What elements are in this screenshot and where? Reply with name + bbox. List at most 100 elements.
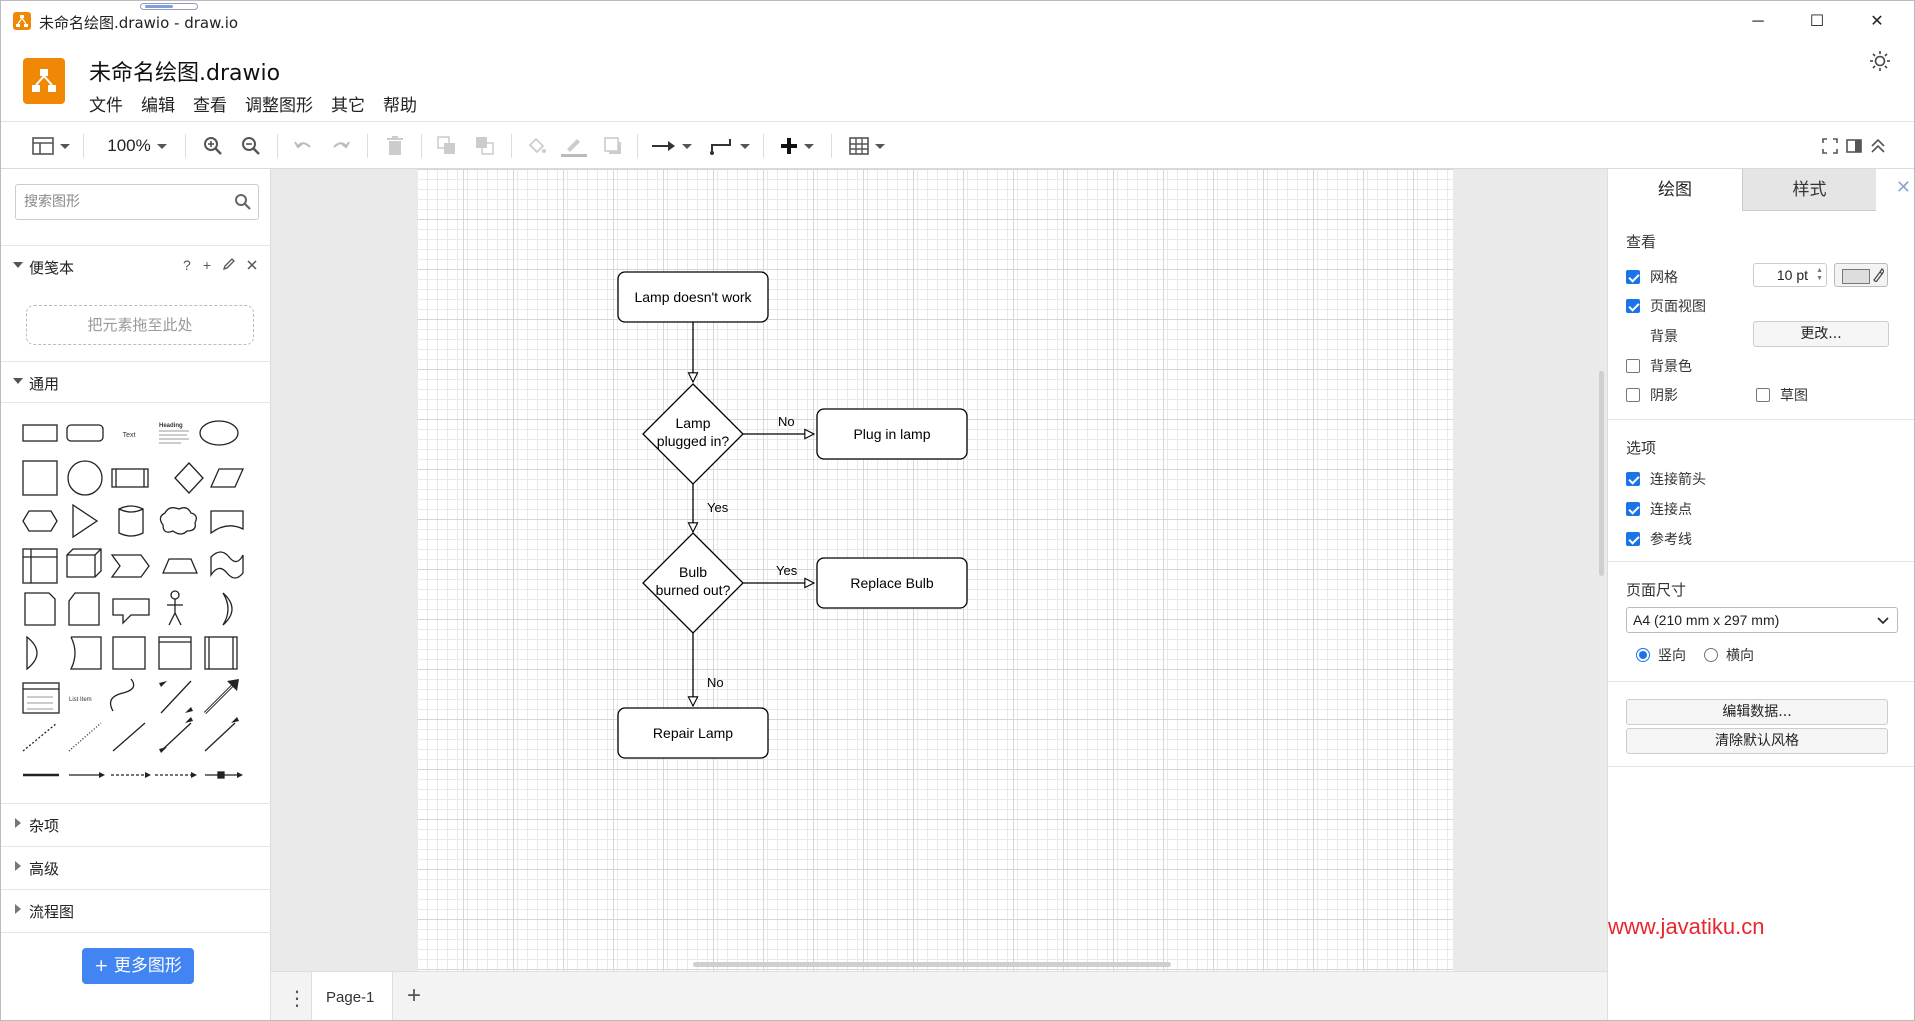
shape-list-item[interactable]: List Item [69,697,92,703]
shape-bidirectional-connector[interactable] [160,722,192,752]
shape-ellipse[interactable] [199,420,239,446]
to-front-button[interactable] [433,132,461,160]
shape-cloud[interactable] [159,507,197,535]
shape-dashed-line[interactable] [22,722,58,752]
to-back-button[interactable] [471,132,499,160]
shape-circle[interactable] [67,460,103,496]
shape-callout[interactable] [112,598,150,625]
vertical-scrollbar[interactable] [1599,371,1604,576]
shape-cube[interactable] [66,548,102,578]
shape-text[interactable]: Text [123,432,136,439]
zoom-out-button[interactable] [237,132,265,160]
close-panel-icon[interactable]: ✕ [1896,177,1911,198]
edit-icon[interactable] [222,257,235,273]
page-tab-1[interactable]: Page-1 ⌃ [311,972,393,1020]
help-icon[interactable]: ? [183,257,191,273]
eyedropper-icon[interactable] [1872,266,1885,285]
shape-cylinder[interactable] [118,505,144,537]
shape-parallelogram[interactable] [209,468,245,488]
change-background-button[interactable]: 更改... [1753,321,1889,347]
waypoints-button[interactable] [707,132,753,160]
fill-color-button[interactable] [523,132,551,160]
bg-color-checkbox[interactable] [1626,359,1640,373]
shadow-button[interactable] [599,132,627,160]
fullscreen-button[interactable] [1819,132,1841,160]
search-icon[interactable] [234,193,252,214]
line-color-button[interactable] [559,132,589,160]
shape-or[interactable] [222,592,233,626]
sketch-checkbox[interactable] [1756,388,1770,402]
menu-extras[interactable]: 其它 [331,91,365,116]
guides-checkbox[interactable] [1626,532,1640,546]
collapse-toolbar-button[interactable] [1867,132,1889,160]
shape-step[interactable] [110,554,150,578]
scratchpad-drop-area[interactable]: 把元素拖至此处 [26,305,254,345]
shape-rectangle[interactable] [22,424,58,442]
section-general[interactable]: 通用 [1,361,271,403]
zoom-select[interactable]: 100% [101,132,173,160]
shape-process[interactable] [111,468,149,488]
section-scratchpad[interactable]: 便笺本 ? + [1,245,271,287]
page-view-checkbox[interactable] [1626,299,1640,313]
horizontal-scrollbar[interactable] [693,962,1171,967]
add-page-button[interactable]: + [407,982,421,1010]
table-button[interactable] [845,132,889,160]
connection-arrows-checkbox[interactable] [1626,472,1640,486]
shape-bidirectional-arrow[interactable] [160,680,192,714]
shape-curve[interactable] [109,678,135,712]
section-flowchart[interactable]: 流程图 [1,889,271,931]
pages-menu-icon[interactable]: ⋮ [287,986,307,1011]
close-window-button[interactable]: ✕ [1854,7,1900,37]
menu-help[interactable]: 帮助 [383,91,417,116]
add-icon[interactable]: + [203,257,211,273]
drawing-page[interactable]: Lamp doesn't work Lamp plugged in? Plug … [417,169,1453,971]
page-size-select[interactable]: A4 (210 mm x 297 mm) [1626,607,1898,633]
shape-delay[interactable] [26,635,38,671]
grid-checkbox[interactable] [1626,270,1640,284]
insert-button[interactable] [775,132,819,160]
clear-default-style-button[interactable]: 清除默认风格 [1626,728,1888,754]
shape-line[interactable] [112,722,146,752]
view-panels-button[interactable] [29,132,73,160]
portrait-radio[interactable] [1636,648,1650,662]
shape-internal-storage[interactable] [22,548,58,584]
zoom-in-button[interactable] [199,132,227,160]
shape-tape[interactable] [210,551,244,579]
maximize-button[interactable]: ☐ [1794,7,1840,37]
grid-color-button[interactable] [1834,263,1888,287]
shape-dotted-line[interactable] [68,722,102,752]
shape-directional-connector[interactable] [204,722,236,752]
shadow-checkbox[interactable] [1626,388,1640,402]
landscape-radio[interactable] [1704,648,1718,662]
menu-arrange[interactable]: 调整图形 [245,91,313,116]
shape-document[interactable] [210,510,244,535]
diagram-canvas[interactable]: Lamp doesn't work Lamp plugged in? Plug … [271,169,1607,971]
more-shapes-button[interactable]: + 更多图形 [82,948,194,984]
tab-diagram[interactable]: 绘图 [1608,169,1742,211]
grid-size-input[interactable]: 10 pt ▲ ▼ [1753,263,1827,287]
shape-rounded-rectangle[interactable] [66,424,104,442]
shape-trapezoid[interactable] [162,558,198,574]
shape-triangle[interactable] [72,503,99,539]
shape-actor[interactable] [170,590,180,600]
shape-stored-data[interactable] [69,636,102,670]
minimize-button[interactable]: ─ [1735,7,1781,37]
tab-style[interactable]: 样式 [1742,169,1876,211]
shape-hexagon[interactable] [22,510,58,532]
theme-toggle-icon[interactable] [1868,49,1892,73]
section-misc[interactable]: 杂项 [1,803,271,845]
delete-button[interactable] [381,132,409,160]
stepper-icon[interactable]: ▲ ▼ [1816,267,1823,283]
menu-view[interactable]: 查看 [193,91,227,116]
shape-heading[interactable]: Heading [159,423,183,429]
shape-container[interactable] [112,636,146,670]
shape-square[interactable] [22,460,58,496]
shape-diamond[interactable] [174,462,204,494]
shape-note[interactable] [24,592,56,626]
section-advanced[interactable]: 高级 [1,846,271,888]
connection-style-button[interactable] [649,132,695,160]
edit-data-button[interactable]: 编辑数据... [1626,699,1888,725]
menu-edit[interactable]: 编辑 [141,91,175,116]
menu-file[interactable]: 文件 [89,91,123,116]
undo-button[interactable] [289,132,317,160]
